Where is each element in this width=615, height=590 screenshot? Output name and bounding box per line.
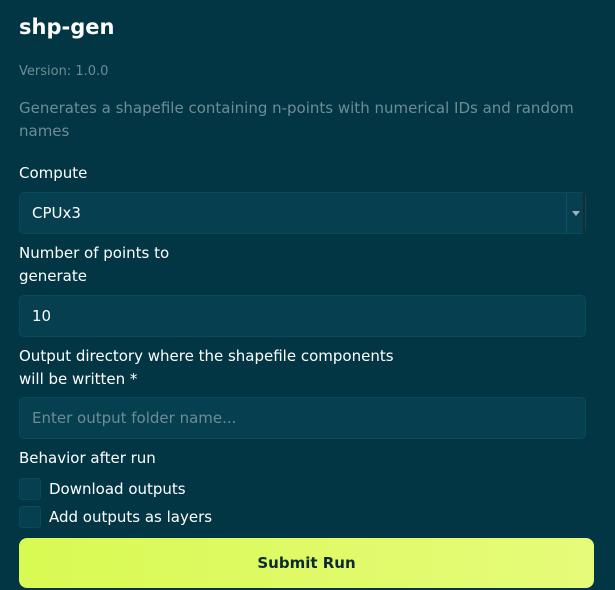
output-dir-label: Output directory where the shapefile com… [19,345,394,391]
dropdown-toggle[interactable] [566,193,585,233]
points-input-value: 10 [32,307,52,325]
output-dir-label-line1: Output directory where the shapefile com… [19,347,394,365]
compute-select[interactable]: CPUx3 [19,192,586,234]
compute-selected-value: CPUx3 [32,204,81,222]
add-layers-label: Add outputs as layers [49,508,213,526]
points-label: Number of points to generate [19,242,169,288]
output-dir-placeholder: Enter output folder name... [32,409,237,427]
app-title: shp-gen [19,15,115,39]
output-dir-label-line2: will be written * [19,370,138,388]
points-input[interactable]: 10 [19,295,586,337]
output-dir-input[interactable]: Enter output folder name... [19,397,586,439]
app-description: Generates a shapefile containing n-point… [19,99,574,140]
download-outputs-checkbox[interactable] [19,478,41,500]
points-label-line1: Number of points to [19,244,170,262]
download-outputs-option[interactable]: Download outputs [19,477,186,501]
chevron-down-icon [572,210,580,216]
compute-label: Compute [19,164,88,182]
add-layers-option[interactable]: Add outputs as layers [19,505,212,529]
points-label-line2: generate [19,267,87,285]
behavior-label: Behavior after run [19,449,156,467]
add-layers-checkbox[interactable] [19,506,41,528]
version-text: Version: 1.0.0 [19,64,109,79]
submit-run-button[interactable]: Submit Run [19,538,594,588]
download-outputs-label: Download outputs [49,480,186,498]
